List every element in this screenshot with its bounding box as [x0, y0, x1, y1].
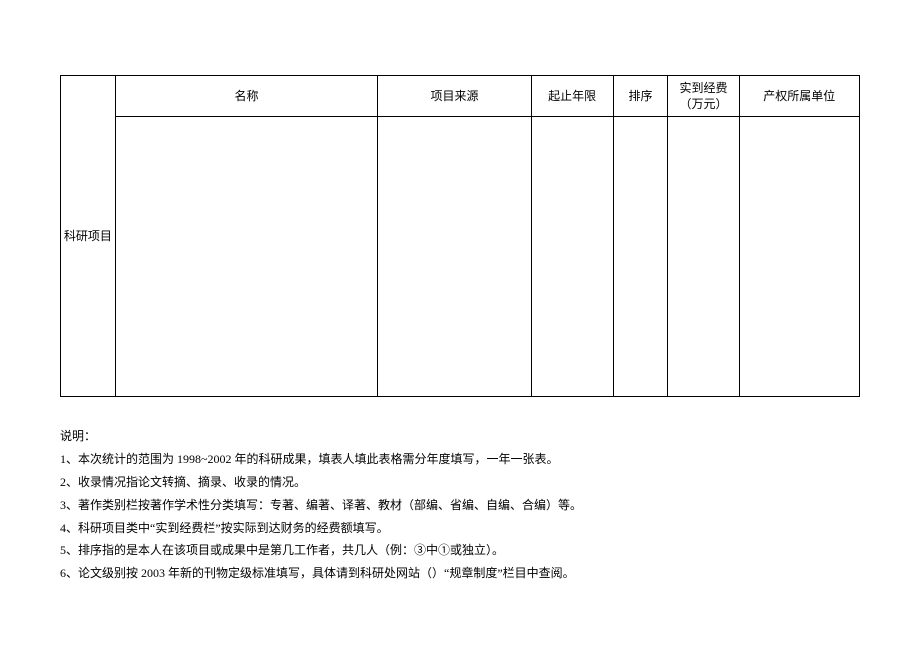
cell-source	[378, 117, 531, 397]
cell-order	[613, 117, 668, 397]
research-project-table: 科研项目 名称 项目来源 起止年限 排序 实到经费（万元） 产权所属单位	[60, 75, 860, 397]
notes-item: 3、著作类别栏按著作学术性分类填写：专著、编著、译著、教材（部编、省编、自编、合…	[60, 494, 860, 517]
cell-years	[531, 117, 613, 397]
row-label-cell: 科研项目	[61, 76, 116, 397]
header-order: 排序	[613, 76, 668, 117]
notes-item: 6、论文级别按 2003 年新的刊物定级标准填写，具体请到科研处网站（）“规章制…	[60, 562, 860, 585]
document-page: 科研项目 名称 项目来源 起止年限 排序 实到经费（万元） 产权所属单位 说明：…	[0, 0, 920, 585]
notes-item: 4、科研项目类中“实到经费栏”按实际到达财务的经费额填写。	[60, 517, 860, 540]
notes-section: 说明： 1、本次统计的范围为 1998~2002 年的科研成果，填表人填此表格需…	[60, 425, 860, 585]
notes-item: 2、收录情况指论文转摘、摘录、收录的情况。	[60, 471, 860, 494]
header-source: 项目来源	[378, 76, 531, 117]
cell-name	[115, 117, 378, 397]
table-header-row: 科研项目 名称 项目来源 起止年限 排序 实到经费（万元） 产权所属单位	[61, 76, 860, 117]
header-name: 名称	[115, 76, 378, 117]
header-owner: 产权所属单位	[739, 76, 859, 117]
header-fund: 实到经费（万元）	[668, 76, 739, 117]
notes-item: 1、本次统计的范围为 1998~2002 年的科研成果，填表人填此表格需分年度填…	[60, 448, 860, 471]
header-years: 起止年限	[531, 76, 613, 117]
notes-item: 5、排序指的是本人在该项目或成果中是第几工作者，共几人（例：③中①或独立）。	[60, 539, 860, 562]
cell-fund	[668, 117, 739, 397]
table-data-row	[61, 117, 860, 397]
cell-owner	[739, 117, 859, 397]
notes-title: 说明：	[60, 425, 860, 448]
